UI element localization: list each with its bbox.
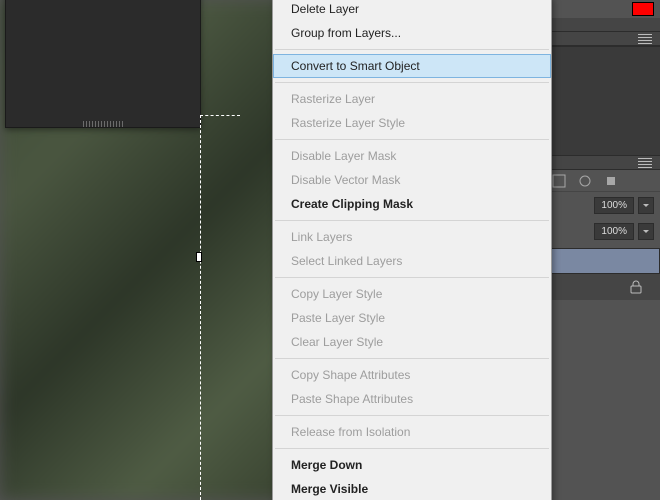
menu-item-select-linked-layers: Select Linked Layers [273,249,551,273]
panels-dock: 100% 100% [544,0,660,500]
filter-pixel-icon[interactable] [552,174,566,188]
menu-separator [275,448,549,449]
foreground-color-swatch[interactable] [632,2,654,16]
fill-dropdown-icon[interactable] [638,223,654,240]
panel-empty-area [544,46,660,156]
selection-marquee [200,115,240,500]
lock-icon[interactable] [630,280,642,294]
layers-filter-row [544,170,660,192]
fill-row: 100% [544,218,660,244]
menu-item-rasterize-layer-style: Rasterize Layer Style [273,111,551,135]
selected-layer-row[interactable] [544,248,660,274]
menu-item-disable-layer-mask: Disable Layer Mask [273,144,551,168]
color-swatch-row [544,0,660,18]
document-window[interactable] [5,0,201,128]
menu-item-convert-to-smart-object[interactable]: Convert to Smart Object [273,54,551,78]
resize-grip-icon[interactable] [83,121,123,127]
layers-panel-menu-icon[interactable] [638,158,652,168]
menu-separator [275,49,549,50]
menu-item-merge-down[interactable]: Merge Down [273,453,551,477]
panel-menu-icon[interactable] [638,34,652,44]
opacity-value[interactable]: 100% [594,197,634,214]
menu-item-paste-layer-style: Paste Layer Style [273,306,551,330]
filter-shape-icon[interactable] [604,174,618,188]
menu-separator [275,277,549,278]
menu-item-copy-layer-style: Copy Layer Style [273,282,551,306]
panel-menubar [544,32,660,46]
menu-separator [275,82,549,83]
menu-item-rasterize-layer: Rasterize Layer [273,87,551,111]
menu-item-clear-layer-style: Clear Layer Style [273,330,551,354]
filter-adjust-icon[interactable] [578,174,592,188]
menu-item-create-clipping-mask[interactable]: Create Clipping Mask [273,192,551,216]
selection-handle-icon[interactable] [196,252,202,262]
fill-value[interactable]: 100% [594,223,634,240]
menu-item-link-layers: Link Layers [273,225,551,249]
menu-separator [275,220,549,221]
menu-separator [275,139,549,140]
menu-item-release-from-isolation: Release from Isolation [273,420,551,444]
layers-panel-menubar [544,156,660,170]
panel-tabbar [544,18,660,32]
menu-separator [275,358,549,359]
layer-lock-row [544,274,660,300]
menu-separator [275,415,549,416]
opacity-row: 100% [544,192,660,218]
menu-item-paste-shape-attributes: Paste Shape Attributes [273,387,551,411]
menu-item-group-from-layers[interactable]: Group from Layers... [273,21,551,45]
menu-item-merge-visible[interactable]: Merge Visible [273,477,551,500]
menu-item-disable-vector-mask: Disable Vector Mask [273,168,551,192]
opacity-dropdown-icon[interactable] [638,197,654,214]
menu-item-copy-shape-attributes: Copy Shape Attributes [273,363,551,387]
layer-context-menu: Delete LayerGroup from Layers... Convert … [272,0,552,500]
menu-item-delete-layer[interactable]: Delete Layer [273,0,551,21]
